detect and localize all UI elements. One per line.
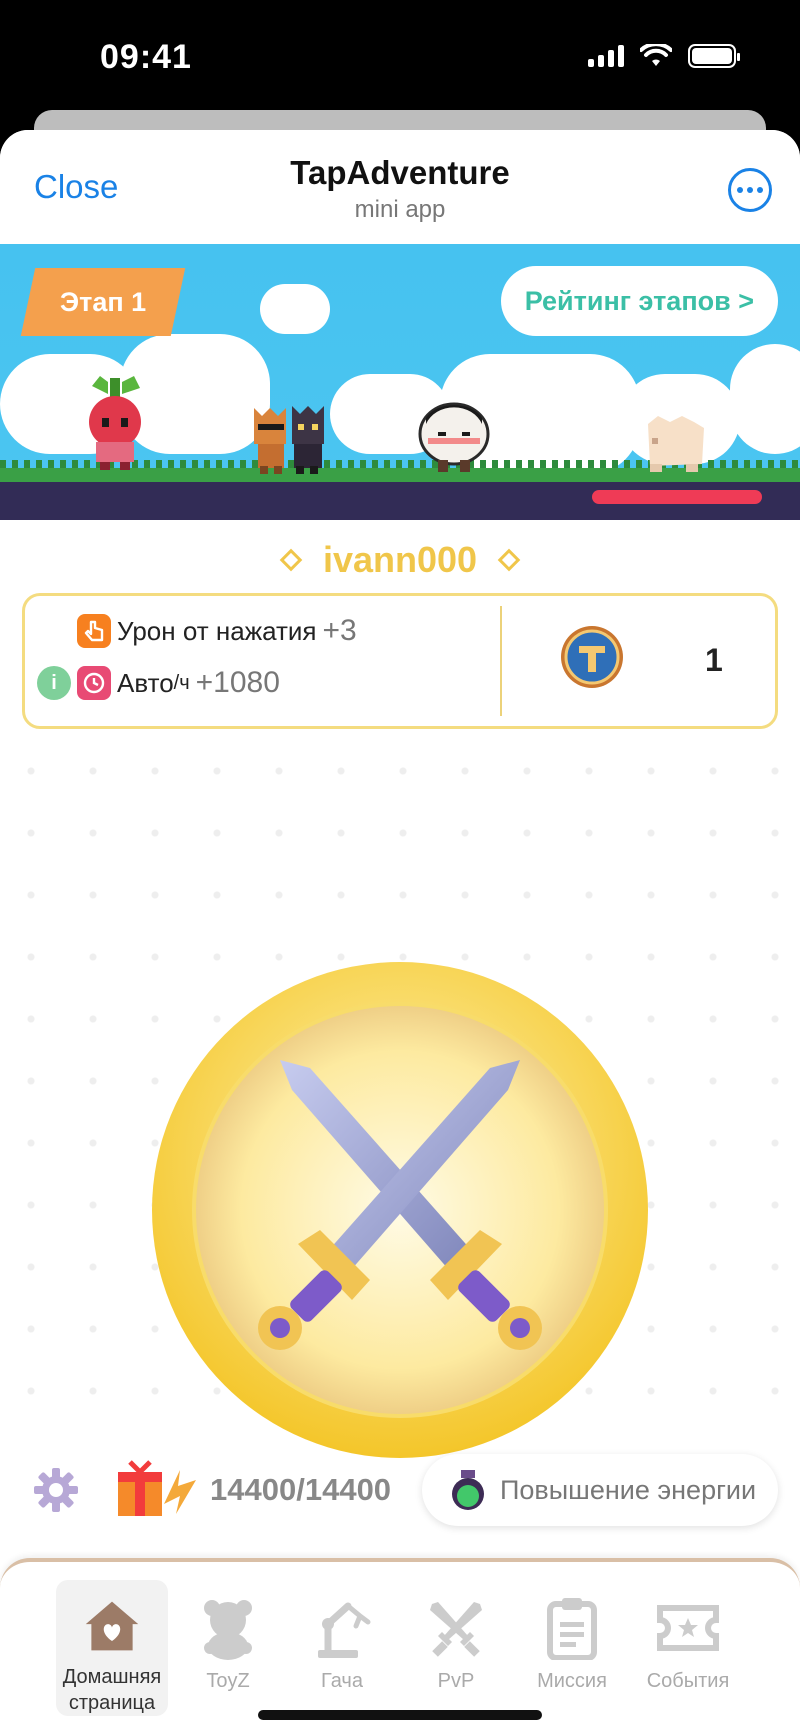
tap-damage-stat: Урон от нажатия +3 [77, 614, 357, 648]
game-banner: Этап 1 Рейтинг этапов > [0, 244, 800, 520]
potion-icon [452, 1470, 484, 1510]
t-coin-icon [561, 626, 623, 688]
stage-label: Этап 1 [59, 286, 147, 317]
stage-rating-button[interactable]: Рейтинг этапов > [500, 266, 778, 336]
nav-item-pvp[interactable]: PvP [400, 1580, 512, 1716]
battery-icon [688, 44, 740, 68]
enemy-health-bar [592, 490, 762, 504]
clipboard-icon [547, 1598, 597, 1660]
nav-label-events: События [646, 1670, 730, 1692]
tap-damage-value: +3 [322, 614, 357, 647]
username: ivann000 [322, 539, 478, 580]
nav-label-mission: Миссия [537, 1670, 607, 1692]
auto-income-stat: Авто/ч +1080 [77, 666, 280, 700]
gift-energy-icon [118, 1460, 196, 1516]
nav-item-home[interactable]: Домашняя страница [56, 1580, 168, 1716]
home-icon [85, 1601, 139, 1651]
status-time: 09:41 [100, 38, 192, 76]
ticket-icon [657, 1605, 719, 1651]
auto-timer-icon [77, 666, 111, 700]
nav-item-events[interactable]: События [632, 1580, 744, 1716]
nav-label-pvp: PvP [437, 1670, 475, 1692]
nav-label-home: Домашняя страница [62, 1666, 162, 1714]
app-title: TapAdventure [290, 154, 510, 191]
crossed-swords-icon [430, 1602, 482, 1657]
enemy-sprite [648, 416, 704, 472]
energy-current: 14400 [210, 1472, 297, 1507]
rice-ball-sprite [418, 402, 490, 472]
auto-income-value: +1080 [195, 666, 280, 699]
info-icon[interactable]: i [37, 666, 71, 700]
energy-max: 14400 [304, 1472, 392, 1507]
tap-damage-label: Урон от нажатия [117, 615, 317, 646]
cat-pair-sprite [254, 406, 324, 474]
nav-item-gacha[interactable]: Гача [286, 1580, 398, 1716]
home-indicator [258, 1710, 542, 1720]
nav-label-gacha: Гача [321, 1670, 363, 1692]
energy-boost-label: Повышение энергии [500, 1474, 757, 1505]
auto-income-unit: /ч [173, 671, 190, 694]
stats-card: Урон от нажатия +3 i Авто/ч +1080 1 [22, 593, 778, 729]
cellular-signal-icon [588, 45, 624, 67]
claw-machine-icon [318, 1602, 371, 1658]
stage-badge: Этап 1 [20, 268, 186, 336]
energy-boost-button[interactable]: Повышение энергии [422, 1454, 778, 1526]
bottom-nav: Домашняя страница ToyZ Гача PvP Миссия С… [0, 1558, 800, 1734]
tap-area [0, 740, 800, 1458]
app-header: Close TapAdventure mini app [0, 130, 800, 244]
diamond-ornament-icon [497, 548, 521, 572]
status-icons [588, 44, 740, 68]
wifi-icon [640, 44, 672, 66]
username-row: ivann000 [0, 530, 800, 590]
app-subtitle: mini app [354, 196, 446, 223]
auto-income-label: Авто [117, 667, 174, 698]
teddy-bear-icon [204, 1600, 252, 1660]
energy-bar: 14400/14400 Повышение энергии [0, 1450, 800, 1530]
nav-label-toyz: ToyZ [206, 1670, 250, 1692]
more-dots-icon[interactable] [728, 168, 772, 212]
energy-count: 14400/14400 [210, 1472, 391, 1508]
mini-app-sheet: Close TapAdventure mini app Этап 1 Рейти… [0, 130, 800, 1734]
status-bar: 09:41 [0, 0, 800, 110]
gear-icon[interactable] [32, 1466, 80, 1514]
nav-item-toyz[interactable]: ToyZ [172, 1580, 284, 1716]
energy-separator: / [296, 1472, 305, 1507]
tap-finger-icon [77, 614, 111, 648]
diamond-ornament-icon [279, 548, 303, 572]
tap-attack-button[interactable] [150, 960, 650, 1460]
cloud [260, 284, 330, 334]
stats-divider [500, 606, 502, 716]
nav-item-mission[interactable]: Миссия [516, 1580, 628, 1716]
radish-hero-sprite [89, 376, 141, 470]
cloud [730, 344, 800, 454]
coin-count: 1 [705, 642, 723, 678]
